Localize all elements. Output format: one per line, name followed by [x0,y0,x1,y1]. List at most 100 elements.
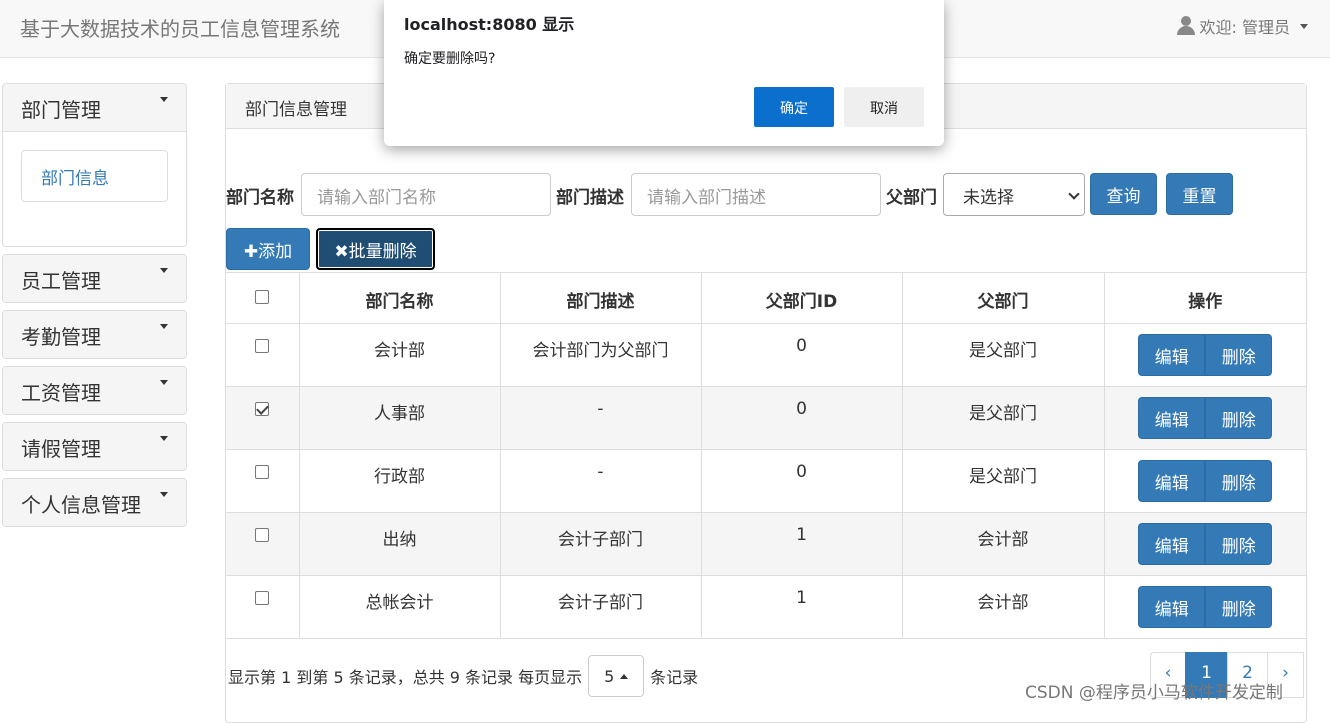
sidebar-group-dept: 部门管理 部门信息 [2,83,187,247]
cell-parent-id: 0 [700,449,902,513]
dialog-message: 确定要删除吗? [404,51,496,67]
cell-name: 总帐会计 [298,575,500,639]
col-header[interactable]: 父部门ID [700,272,902,324]
query-button[interactable]: 查询 [1090,173,1157,215]
table-row: 总帐会计 会计子部门 1 会计部 编辑 删除 [226,575,1306,639]
cell-parent: 是父部门 [901,386,1104,450]
batch-delete-button[interactable]: ✖批量删除 [316,228,435,270]
col-header[interactable]: 部门描述 [499,272,701,324]
sidebar-item-dept-mgmt[interactable]: 部门管理 [3,84,186,131]
watermark: CSDN @程序员小马软件开发定制 [1025,683,1283,703]
cell-parent: 会计部 [901,512,1104,576]
cell-parent: 是父部门 [901,449,1104,513]
sidebar-item-label: 工资管理 [21,381,101,405]
cell-name: 出纳 [298,512,500,576]
row-checkbox[interactable] [255,591,270,605]
sidebar-item-profile-mgmt[interactable]: 个人信息管理 [3,479,186,526]
page-size-dropdown[interactable]: 5 [588,655,645,697]
dept-name-input[interactable]: 请输入部门名称 [301,173,551,216]
pagination-info: 显示第 1 到第 5 条记录，总共 9 条记录 每页显示 5 条记录 [228,655,698,697]
user-menu[interactable]: 欢迎: 管理员 [1176,14,1308,38]
cell-name: 会计部 [298,323,500,387]
col-header[interactable]: 父部门 [901,272,1104,324]
add-button[interactable]: ✚添加 [226,228,310,270]
delete-button[interactable]: 删除 [1205,460,1273,502]
sidebar-item-label: 考勤管理 [21,325,101,349]
search-form: 部门名称 请输入部门名称 部门描述 请输入部门描述 父部门 未选择 查询 重置 [226,173,1308,217]
row-checkbox[interactable] [255,528,270,542]
sidebar-item-label: 部门管理 [21,98,101,122]
cell-desc: 会计子部门 [499,575,701,639]
cell-parent: 是父部门 [901,323,1104,387]
chevron-down-icon [160,97,168,102]
sidebar-item-salary-mgmt[interactable]: 工资管理 [3,367,186,414]
row-select-cell [226,449,299,513]
dept-name-label: 部门名称 [226,188,294,208]
sidebar-group-employee: 员工管理 [2,254,187,303]
caret-up-icon [620,673,629,679]
sidebar-group-profile: 个人信息管理 [2,478,187,527]
chevron-down-icon [160,436,168,441]
record-summary: 显示第 1 到第 5 条记录，总共 9 条记录 每页显示 [228,668,583,687]
cell-name: 人事部 [298,386,500,450]
close-icon: ✖ [334,242,349,262]
row-checkbox[interactable] [255,465,270,479]
row-checkbox[interactable] [255,402,270,416]
parent-dept-value: 未选择 [963,188,1014,208]
row-select-cell [226,575,299,639]
cell-actions: 编辑 删除 [1103,323,1306,387]
sidebar-subitem-dept-info[interactable]: 部门信息 [21,150,168,202]
parent-dept-label: 父部门 [886,188,937,208]
cell-parent-id: 0 [700,386,902,450]
select-all-cell [226,272,299,324]
dept-desc-label: 部门描述 [556,188,624,208]
main-panel: 部门信息管理 部门名称 请输入部门名称 部门描述 请输入部门描述 父部门 未选择… [225,83,1307,723]
sidebar-group-attendance: 考勤管理 [2,310,187,359]
row-checkbox[interactable] [255,339,270,353]
sidebar-item-label: 请假管理 [21,437,101,461]
delete-button[interactable]: 删除 [1205,334,1273,376]
col-header[interactable]: 部门名称 [298,272,500,324]
dept-desc-input[interactable]: 请输入部门描述 [631,173,881,216]
cell-parent-id: 0 [700,323,902,387]
chevron-down-icon [160,380,168,385]
sidebar-group-leave: 请假管理 [2,422,187,471]
app-title[interactable]: 基于大数据技术的员工信息管理系统 [20,13,340,42]
select-all-checkbox[interactable] [255,290,270,304]
sidebar-item-attendance-mgmt[interactable]: 考勤管理 [3,311,186,358]
plus-icon: ✚ [243,242,259,262]
chevron-down-icon [160,268,168,273]
parent-dept-select[interactable]: 未选择 [943,173,1085,216]
delete-button[interactable]: 删除 [1205,523,1273,565]
delete-button[interactable]: 删除 [1205,397,1273,439]
chevron-down-icon [160,492,168,497]
record-suffix: 条记录 [650,668,699,687]
table-row: 会计部 会计部门为父部门 0 是父部门 编辑 删除 [226,323,1306,387]
table-row: 行政部 - 0 是父部门 编辑 删除 [226,449,1306,513]
cell-actions: 编辑 删除 [1103,512,1306,576]
edit-button[interactable]: 编辑 [1138,523,1206,565]
reset-button[interactable]: 重置 [1166,173,1233,215]
sidebar-item-label: 个人信息管理 [21,493,141,517]
confirm-button[interactable]: 确定 [754,87,834,127]
chevron-down-icon [1300,23,1308,29]
delete-button[interactable]: 删除 [1205,586,1273,628]
cell-desc: - [499,386,701,450]
cancel-button[interactable]: 取消 [844,87,924,127]
sidebar-item-leave-mgmt[interactable]: 请假管理 [3,423,186,470]
cell-parent-id: 1 [700,575,902,639]
edit-button[interactable]: 编辑 [1138,460,1206,502]
chevron-down-icon [1068,188,1080,200]
edit-button[interactable]: 编辑 [1138,397,1206,439]
cell-actions: 编辑 删除 [1103,449,1306,513]
edit-button[interactable]: 编辑 [1138,586,1206,628]
batch-delete-label: 批量删除 [348,242,417,262]
edit-button[interactable]: 编辑 [1138,334,1206,376]
confirm-dialog: localhost:8080 显示 确定要删除吗? 确定 取消 [384,0,944,146]
row-select-cell [226,386,299,450]
cell-parent-id: 1 [700,512,902,576]
cell-actions: 编辑 删除 [1103,575,1306,639]
dialog-title: localhost:8080 显示 [404,15,575,34]
cell-desc: 会计部门为父部门 [499,323,701,387]
sidebar-item-employee-mgmt[interactable]: 员工管理 [3,255,186,302]
